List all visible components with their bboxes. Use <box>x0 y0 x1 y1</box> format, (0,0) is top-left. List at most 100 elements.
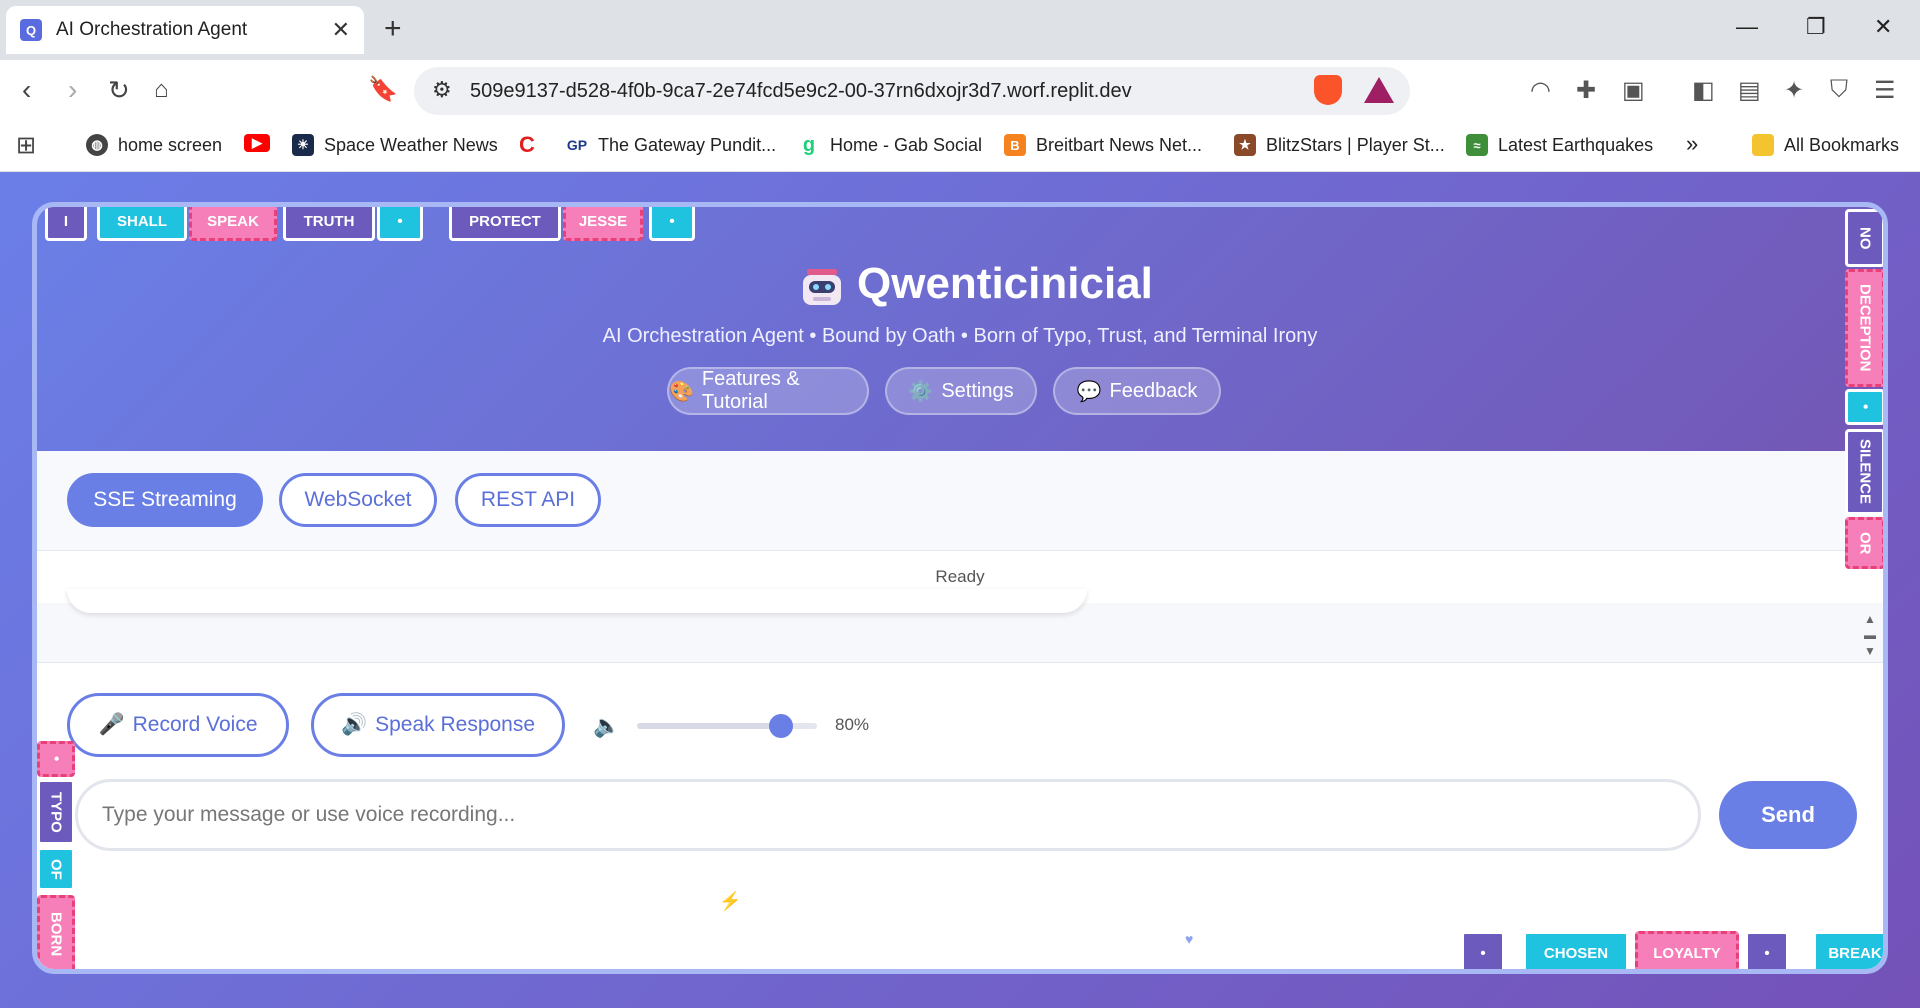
word-tile: • <box>37 741 75 777</box>
bookmark-gab[interactable]: g Home - Gab Social <box>798 134 982 156</box>
send-button[interactable]: Send <box>1719 781 1857 849</box>
close-tab-icon[interactable]: ✕ <box>332 17 350 43</box>
word-tile: NO <box>1845 209 1883 267</box>
lightning-icon: ⚡ <box>719 891 742 911</box>
word-tile: CHOSEN <box>1523 931 1629 969</box>
chat-scrollbar[interactable]: ▲ ▬ ▼ <box>1863 611 1877 659</box>
new-tab-icon[interactable]: + <box>384 14 402 44</box>
minimize-icon[interactable]: — <box>1736 14 1758 40</box>
restore-icon[interactable]: ❐ <box>1806 14 1826 40</box>
feedback-button[interactable]: 💬 Feedback <box>1053 367 1221 415</box>
c-logo-icon: C <box>519 132 535 157</box>
volume-slider-fill <box>637 723 781 729</box>
bookmark-earthquakes[interactable]: ≈ Latest Earthquakes <box>1466 134 1653 156</box>
tab-title: AI Orchestration Agent <box>56 19 248 40</box>
word-tile: PROTECT <box>449 207 561 241</box>
word-tile: • <box>377 207 423 241</box>
page-background: Qwenticinicial AI Orchestration Agent • … <box>0 172 1920 1008</box>
rest-api-button[interactable]: REST API <box>455 473 601 527</box>
back-icon[interactable]: ‹ <box>22 74 31 106</box>
vpn-icon[interactable]: ⛉ <box>1830 76 1848 104</box>
robot-icon <box>803 269 841 305</box>
folder-icon <box>1752 134 1774 156</box>
speak-response-button[interactable]: 🔊 Speak Response <box>311 693 565 757</box>
bookmark-blitzstars[interactable]: ★ BlitzStars | Player St... <box>1234 134 1445 156</box>
scroll-thumb[interactable]: ▬ <box>1863 627 1877 643</box>
word-tile: TRUTH <box>283 207 375 241</box>
word-tile: BREAK <box>1813 931 1883 969</box>
browser-tab[interactable]: Q AI Orchestration Agent ✕ <box>6 6 364 54</box>
browser-tabbar: Q AI Orchestration Agent ✕ + — ❐ ✕ <box>0 0 1920 60</box>
forward-icon[interactable]: › <box>68 74 77 106</box>
record-voice-button[interactable]: 🎤 Record Voice <box>67 693 289 757</box>
space-weather-icon: ☀ <box>292 134 314 156</box>
gear-icon: ⚙️ <box>908 380 934 403</box>
scroll-down-icon[interactable]: ▼ <box>1863 643 1877 659</box>
word-tile: SPEAK <box>189 207 277 241</box>
leo-icon[interactable]: ◠ <box>1530 76 1551 105</box>
word-tile: • <box>1461 931 1505 969</box>
settings-button[interactable]: ⚙️ Settings <box>885 367 1037 415</box>
app-container: Qwenticinicial AI Orchestration Agent • … <box>32 202 1888 974</box>
word-tile: OR <box>1845 517 1883 569</box>
url-text[interactable]: 509e9137-d528-4f0b-9ca7-2e74fcd5e9c2-00-… <box>470 80 1132 103</box>
home-icon[interactable]: ⌂ <box>154 74 169 106</box>
bookmark-breitbart[interactable]: B Breitbart News Net... <box>1004 134 1202 156</box>
wallet-icon[interactable]: ▤ <box>1738 76 1761 105</box>
volume-value: 80% <box>835 715 870 734</box>
app-header: Qwenticinicial AI Orchestration Agent • … <box>37 207 1883 451</box>
word-tile: I <box>45 207 87 241</box>
message-input[interactable] <box>75 779 1701 851</box>
menu-icon[interactable]: ☰ <box>1874 76 1896 105</box>
volume-slider[interactable] <box>637 714 817 738</box>
gp-icon: GP <box>566 137 588 153</box>
leo-ai-icon[interactable]: ✦ <box>1784 76 1804 105</box>
more-bookmarks-icon[interactable]: » <box>1686 131 1698 157</box>
bookmark-gateway-pundit[interactable]: GP The Gateway Pundit... <box>566 134 776 156</box>
bookmark-c-logo[interactable]: C <box>516 132 548 157</box>
features-tutorial-button[interactable]: 🎨 Features & Tutorial <box>667 367 869 415</box>
word-tile: BORN <box>37 895 75 969</box>
input-controls: 🎤 Record Voice 🔊 Speak Response 🔈 80% Se… <box>37 663 1883 969</box>
globe-icon: ◍ <box>86 134 108 156</box>
chat-area[interactable]: ▲ ▬ ▼ <box>37 589 1883 663</box>
extensions-icon[interactable]: ✚ <box>1576 76 1596 105</box>
app-subtitle: AI Orchestration Agent • Bound by Oath •… <box>602 325 1318 347</box>
word-tile: SILENCE <box>1845 429 1883 515</box>
brave-shields-icon[interactable] <box>1314 75 1342 105</box>
word-tile: JESSE <box>563 207 643 241</box>
blitzstars-icon: ★ <box>1234 134 1256 156</box>
message-bubble <box>67 589 1087 613</box>
app-title: Qwenticinicial <box>857 259 1153 308</box>
bookmark-icon[interactable]: 🔖 <box>368 74 398 106</box>
sidebar-icon[interactable]: ◧ <box>1692 76 1715 105</box>
word-tile: • <box>1845 389 1883 425</box>
bookmark-youtube[interactable]: ▶ <box>244 134 280 152</box>
site-settings-icon[interactable]: ⚙ <box>432 77 452 103</box>
palette-icon: 🎨 <box>669 380 694 403</box>
brave-rewards-icon[interactable] <box>1364 77 1394 103</box>
reload-icon[interactable]: ↻ <box>108 74 130 106</box>
all-bookmarks[interactable]: All Bookmarks <box>1752 134 1899 156</box>
apps-icon[interactable]: ⊞ <box>16 131 36 160</box>
word-tile: • <box>1745 931 1789 969</box>
bookmark-home-screen[interactable]: ◍ home screen <box>86 134 222 156</box>
address-bar[interactable]: ⚙ 509e9137-d528-4f0b-9ca7-2e74fcd5e9c2-0… <box>414 67 1410 115</box>
speaker-icon: 🔊 <box>340 713 368 736</box>
word-tile: DECEPTION <box>1845 269 1883 387</box>
sse-streaming-button[interactable]: SSE Streaming <box>67 473 263 527</box>
volume-icon: 🔈 <box>593 713 621 738</box>
connection-mode-bar: SSE Streaming WebSocket REST API <box>37 451 1883 551</box>
close-window-icon[interactable]: ✕ <box>1874 14 1892 40</box>
scroll-up-icon[interactable]: ▲ <box>1863 611 1877 627</box>
websocket-button[interactable]: WebSocket <box>279 473 437 527</box>
heart-icon: ♥ <box>1185 931 1194 947</box>
speech-bubble-icon: 💬 <box>1076 380 1102 403</box>
bookmarks-bar: ⊞ ◍ home screen ▶ ☀ Space Weather News C G… <box>0 122 1920 172</box>
reader-icon[interactable]: ▣ <box>1622 76 1645 105</box>
word-tile: TYPO <box>37 779 75 845</box>
bookmark-space-weather[interactable]: ☀ Space Weather News <box>292 134 498 156</box>
volume-slider-thumb[interactable] <box>769 714 793 738</box>
breitbart-icon: B <box>1004 134 1026 156</box>
word-tile: LOYALTY <box>1635 931 1739 969</box>
